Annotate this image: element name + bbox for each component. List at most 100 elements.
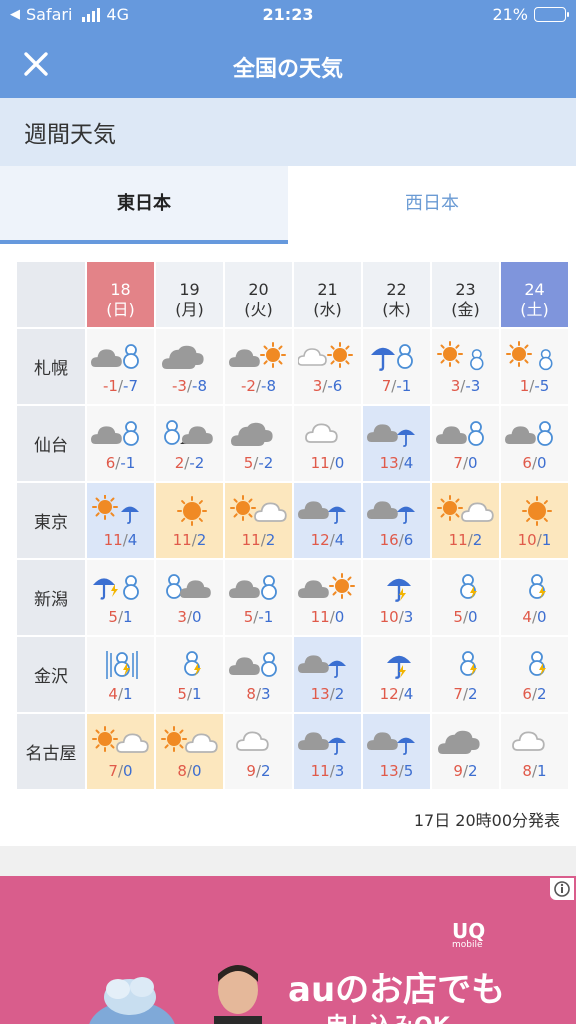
forecast-cell[interactable]: 11/2 [225, 483, 292, 558]
tab-east-japan[interactable]: 東日本 [0, 166, 288, 244]
battery-icon [534, 7, 569, 22]
forecast-cell[interactable]: 2/-2 [156, 406, 223, 481]
temp-low: -7 [123, 377, 138, 395]
temperature: 10/1 [501, 531, 568, 549]
forecast-cell[interactable]: 4/0 [501, 560, 568, 635]
ad-person-image [214, 965, 262, 1024]
weather-cloud-snow-icon [225, 572, 292, 604]
temperature: 6/0 [501, 454, 568, 472]
day-date: 21 [317, 280, 338, 299]
forecast-cell[interactable]: 11/2 [156, 483, 223, 558]
forecast-cell[interactable]: 5/0 [432, 560, 499, 635]
forecast-cell[interactable]: 10/3 [363, 560, 430, 635]
forecast-cell[interactable]: 10/1 [501, 483, 568, 558]
forecast-cell[interactable]: 3/0 [156, 560, 223, 635]
forecast-cell[interactable]: 11/4 [87, 483, 154, 558]
ad-choices-icon[interactable] [550, 878, 574, 900]
ad-flower-image [89, 977, 175, 1024]
temp-high: 13 [379, 762, 399, 780]
weather-snow-thunder-icon [432, 572, 499, 604]
forecast-cell[interactable]: 7/2 [432, 637, 499, 712]
day-of-week: (日) [106, 300, 135, 319]
forecast-cell[interactable]: 11/0 [294, 406, 361, 481]
weather-snow-thunder-icon [501, 649, 568, 681]
forecast-cell[interactable]: 3/-6 [294, 329, 361, 404]
weather-snow-cloud-icon [156, 572, 223, 604]
forecast-cell[interactable]: -1/-7 [87, 329, 154, 404]
day-of-week: (土) [520, 300, 549, 319]
forecast-cell[interactable]: 6/2 [501, 637, 568, 712]
forecast-cell[interactable]: 9/2 [225, 714, 292, 789]
temp-low: 2 [265, 531, 276, 549]
temp-low: 2 [537, 685, 547, 703]
temperature: -3/-8 [156, 377, 223, 395]
temp-high: 13 [310, 685, 330, 703]
forecast-cell[interactable]: 8/3 [225, 637, 292, 712]
forecast-cell[interactable]: 5/-1 [225, 560, 292, 635]
city-name: 仙台 [17, 406, 85, 481]
temp-high: 16 [379, 531, 399, 549]
temp-high: 7 [108, 762, 118, 780]
status-right: 21% [492, 5, 569, 24]
temp-high: 7 [381, 377, 392, 395]
forecast-cell[interactable]: 13/2 [294, 637, 361, 712]
forecast-cell[interactable]: 5/1 [156, 637, 223, 712]
forecast-cell[interactable]: 1/-5 [501, 329, 568, 404]
forecast-cell[interactable]: 12/4 [294, 483, 361, 558]
forecast-cell[interactable]: 9/2 [432, 714, 499, 789]
city-name: 金沢 [17, 637, 85, 712]
forecast-cell[interactable]: 7/-1 [363, 329, 430, 404]
forecast-cell[interactable]: 13/4 [363, 406, 430, 481]
temperature: 7/2 [432, 685, 499, 703]
temp-high: -1 [103, 377, 118, 395]
forecast-cell[interactable]: -2/-8 [225, 329, 292, 404]
forecast-cell[interactable]: 11/2 [432, 483, 499, 558]
forecast-cell[interactable]: 7/0 [432, 406, 499, 481]
section-header: 週間天気 [0, 98, 576, 166]
forecast-cell[interactable]: 13/5 [363, 714, 430, 789]
weather-sun-cloud-icon [156, 726, 223, 758]
forecast-cell[interactable]: 8/1 [501, 714, 568, 789]
temp-high: 2 [174, 454, 185, 472]
forecast-cell[interactable]: 16/6 [363, 483, 430, 558]
temp-high: 3 [312, 377, 323, 395]
forecast-cell[interactable]: 8/0 [156, 714, 223, 789]
forecast-cell[interactable]: 5/1 [87, 560, 154, 635]
temp-high: 12 [310, 531, 330, 549]
forecast-cell[interactable]: 5/-2 [225, 406, 292, 481]
temperature: 16/6 [363, 531, 430, 549]
uq-mobile-logo: UQ mobile [452, 921, 485, 950]
nav-bar: 全国の天気 [0, 32, 576, 98]
temperature: 3/-3 [432, 377, 499, 395]
weather-cloud-sun-light-icon [294, 341, 361, 373]
tab-west-japan[interactable]: 西日本 [288, 166, 576, 244]
temp-low: 2 [468, 762, 478, 780]
temperature: -2/-8 [225, 377, 292, 395]
forecast-cell[interactable]: 7/0 [87, 714, 154, 789]
temp-high: 3 [450, 377, 461, 395]
ad-banner[interactable]: UQmobile auのお店でも 申し込みOK [0, 876, 576, 1024]
table-corner [17, 262, 85, 327]
weather-cloud-icon [156, 341, 223, 373]
forecast-cell[interactable]: 4/1 [87, 637, 154, 712]
forecast-cell[interactable]: 3/-3 [432, 329, 499, 404]
forecast-cell[interactable]: 12/4 [363, 637, 430, 712]
temp-high: 4 [522, 608, 532, 626]
forecast-cell[interactable]: 11/0 [294, 560, 361, 635]
temperature: 8/1 [501, 762, 568, 780]
temp-high: 11 [448, 531, 468, 549]
forecast-cell[interactable]: 6/-1 [87, 406, 154, 481]
temp-high: 5 [243, 454, 254, 472]
forecast-cell[interactable]: 11/3 [294, 714, 361, 789]
temp-high: 6 [522, 685, 532, 703]
weather-cloud-light-icon [294, 418, 361, 450]
forecast-cell[interactable]: 6/0 [501, 406, 568, 481]
forecast-cell[interactable]: -3/-8 [156, 329, 223, 404]
day-date: 23 [455, 280, 476, 299]
temp-high: 10 [517, 531, 537, 549]
temp-low: 0 [192, 762, 202, 780]
weather-sun-rain-icon [87, 495, 154, 527]
temp-low: -1 [120, 454, 136, 472]
weekly-weather-card: 18 (日) 19 (月) 20 (火) 21 (水) 22 (木) 23 (金) 24 (土) 札幌 -1… [0, 244, 576, 846]
temperature: 13/2 [294, 685, 361, 703]
